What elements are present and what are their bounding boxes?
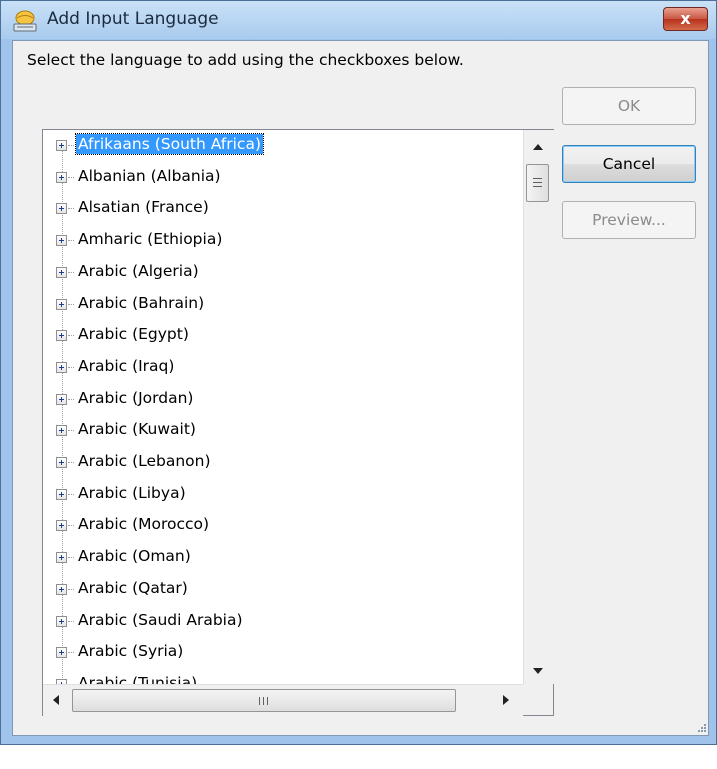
tree-item-label[interactable]: Afrikaans (South Africa) bbox=[75, 133, 264, 155]
tree-item[interactable]: Arabic (Jordan) bbox=[43, 384, 523, 415]
tree-item[interactable]: Arabic (Kuwait) bbox=[43, 415, 523, 446]
horizontal-scroll-thumb[interactable] bbox=[72, 689, 456, 712]
tree-item-label[interactable]: Albanian (Albania) bbox=[76, 166, 223, 186]
expand-plus-icon[interactable] bbox=[56, 361, 67, 373]
language-tree-view: Afrikaans (South Africa) Albanian (Albani… bbox=[43, 130, 523, 684]
scroll-right-arrow-icon[interactable] bbox=[503, 695, 509, 705]
preview-button[interactable]: Preview... bbox=[562, 201, 696, 239]
tree-branch-line bbox=[68, 271, 74, 273]
tree-branch-line bbox=[68, 557, 74, 559]
expand-plus-icon[interactable] bbox=[56, 140, 67, 151]
tree-branch-line bbox=[68, 652, 74, 654]
grip-line bbox=[263, 697, 264, 705]
expand-plus-icon[interactable] bbox=[56, 583, 67, 595]
expand-plus-icon[interactable] bbox=[56, 203, 67, 215]
tree-item-label[interactable]: Arabic (Oman) bbox=[76, 546, 193, 566]
tree-item[interactable]: Arabic (Iraq) bbox=[43, 352, 523, 383]
vertical-scroll-thumb[interactable] bbox=[526, 164, 549, 202]
tree-branch-line bbox=[68, 145, 74, 146]
tree-item-label[interactable]: Arabic (Morocco) bbox=[76, 514, 211, 534]
tree-item[interactable]: Arabic (Syria) bbox=[43, 637, 523, 668]
tree-item[interactable]: Arabic (Tunisia) bbox=[43, 669, 523, 684]
tree-item[interactable]: Arabic (Lebanon) bbox=[43, 447, 523, 478]
tree-item-label[interactable]: Arabic (Syria) bbox=[76, 641, 185, 661]
tree-item[interactable]: Arabic (Algeria) bbox=[43, 257, 523, 288]
cancel-button[interactable]: Cancel bbox=[562, 145, 696, 183]
tree-item-label[interactable]: Alsatian (France) bbox=[76, 197, 211, 217]
tree-item-label[interactable]: Arabic (Lebanon) bbox=[76, 451, 213, 471]
expand-plus-icon[interactable] bbox=[56, 266, 67, 278]
expand-plus-icon[interactable] bbox=[56, 615, 67, 627]
close-icon: x bbox=[680, 9, 691, 28]
expand-plus-icon[interactable] bbox=[56, 171, 67, 183]
tree-branch-line bbox=[68, 208, 74, 210]
scroll-down-arrow-icon[interactable] bbox=[533, 668, 543, 674]
tree-item[interactable]: Arabic (Saudi Arabia) bbox=[43, 606, 523, 637]
expand-plus-icon[interactable] bbox=[56, 488, 67, 500]
tree-branch-line bbox=[68, 335, 74, 337]
tree-branch-line bbox=[68, 430, 74, 432]
tree-item[interactable]: Arabic (Bahrain) bbox=[43, 289, 523, 320]
grip-line bbox=[533, 178, 542, 179]
tree-item[interactable]: Alsatian (France) bbox=[43, 193, 523, 224]
scroll-up-arrow-icon[interactable] bbox=[533, 144, 543, 150]
tree-branch-line bbox=[68, 588, 74, 590]
tree-item-label[interactable]: Arabic (Algeria) bbox=[76, 261, 201, 281]
tree-item-label[interactable]: Arabic (Bahrain) bbox=[76, 293, 206, 313]
tree-branch-line bbox=[68, 366, 74, 368]
add-input-language-dialog: Add Input Language x Select the language… bbox=[0, 0, 717, 745]
tree-item-label[interactable]: Arabic (Libya) bbox=[76, 483, 188, 503]
tree-item[interactable]: Arabic (Morocco) bbox=[43, 510, 523, 541]
scroll-left-arrow-icon[interactable] bbox=[53, 695, 59, 705]
language-tree[interactable]: Afrikaans (South Africa) Albanian (Albani… bbox=[42, 129, 554, 716]
tree-branch-line bbox=[68, 240, 74, 242]
grip-line bbox=[259, 697, 260, 705]
tree-branch-line bbox=[68, 462, 74, 463]
tree-branch-line bbox=[68, 525, 74, 527]
tree-item-label[interactable]: Arabic (Saudi Arabia) bbox=[76, 610, 245, 630]
tree-branch-line bbox=[68, 176, 74, 178]
tree-branch-line bbox=[68, 398, 74, 400]
expand-plus-icon[interactable] bbox=[56, 552, 67, 564]
resize-grip-icon[interactable] bbox=[695, 721, 707, 733]
dialog-title: Add Input Language bbox=[47, 9, 219, 29]
title-bar[interactable]: Add Input Language x bbox=[1, 1, 716, 39]
expand-plus-icon[interactable] bbox=[56, 393, 67, 405]
tree-item[interactable]: Amharic (Ethiopia) bbox=[43, 225, 523, 256]
horizontal-scrollbar[interactable] bbox=[43, 684, 523, 716]
ok-button[interactable]: OK bbox=[562, 87, 696, 125]
expand-plus-icon[interactable] bbox=[56, 520, 67, 532]
tree-item-label[interactable]: Arabic (Tunisia) bbox=[76, 673, 199, 684]
tree-item-label[interactable]: Amharic (Ethiopia) bbox=[76, 229, 224, 249]
tree-item-label[interactable]: Arabic (Kuwait) bbox=[76, 419, 198, 439]
tree-item[interactable]: Albanian (Albania) bbox=[43, 162, 523, 193]
keyboard-globe-icon bbox=[13, 10, 37, 32]
tree-branch-line bbox=[68, 620, 74, 622]
expand-plus-icon[interactable] bbox=[56, 457, 67, 468]
expand-plus-icon[interactable] bbox=[56, 647, 67, 659]
tree-item-label[interactable]: Arabic (Qatar) bbox=[76, 578, 190, 598]
tree-item[interactable]: Arabic (Egypt) bbox=[43, 320, 523, 351]
close-button[interactable]: x bbox=[663, 7, 708, 31]
expand-plus-icon[interactable] bbox=[56, 298, 67, 310]
tree-item-label[interactable]: Arabic (Jordan) bbox=[76, 388, 195, 408]
tree-branch-line bbox=[68, 303, 74, 305]
grip-line bbox=[267, 697, 268, 705]
tree-item-label[interactable]: Arabic (Egypt) bbox=[76, 324, 191, 344]
scrollbar-corner bbox=[523, 684, 553, 715]
instruction-text: Select the language to add using the che… bbox=[27, 51, 464, 69]
expand-plus-icon[interactable] bbox=[56, 235, 67, 247]
grip-line bbox=[533, 186, 542, 187]
vertical-scrollbar[interactable] bbox=[523, 130, 554, 684]
tree-item[interactable]: Arabic (Libya) bbox=[43, 479, 523, 510]
tree-branch-line bbox=[68, 493, 74, 495]
tree-item-label[interactable]: Arabic (Iraq) bbox=[76, 356, 176, 376]
expand-plus-icon[interactable] bbox=[56, 425, 67, 437]
tree-item[interactable]: Afrikaans (South Africa) bbox=[43, 130, 523, 161]
expand-plus-icon[interactable] bbox=[56, 330, 67, 342]
tree-item[interactable]: Arabic (Qatar) bbox=[43, 574, 523, 605]
tree-item[interactable]: Arabic (Oman) bbox=[43, 542, 523, 573]
grip-line bbox=[533, 182, 542, 183]
